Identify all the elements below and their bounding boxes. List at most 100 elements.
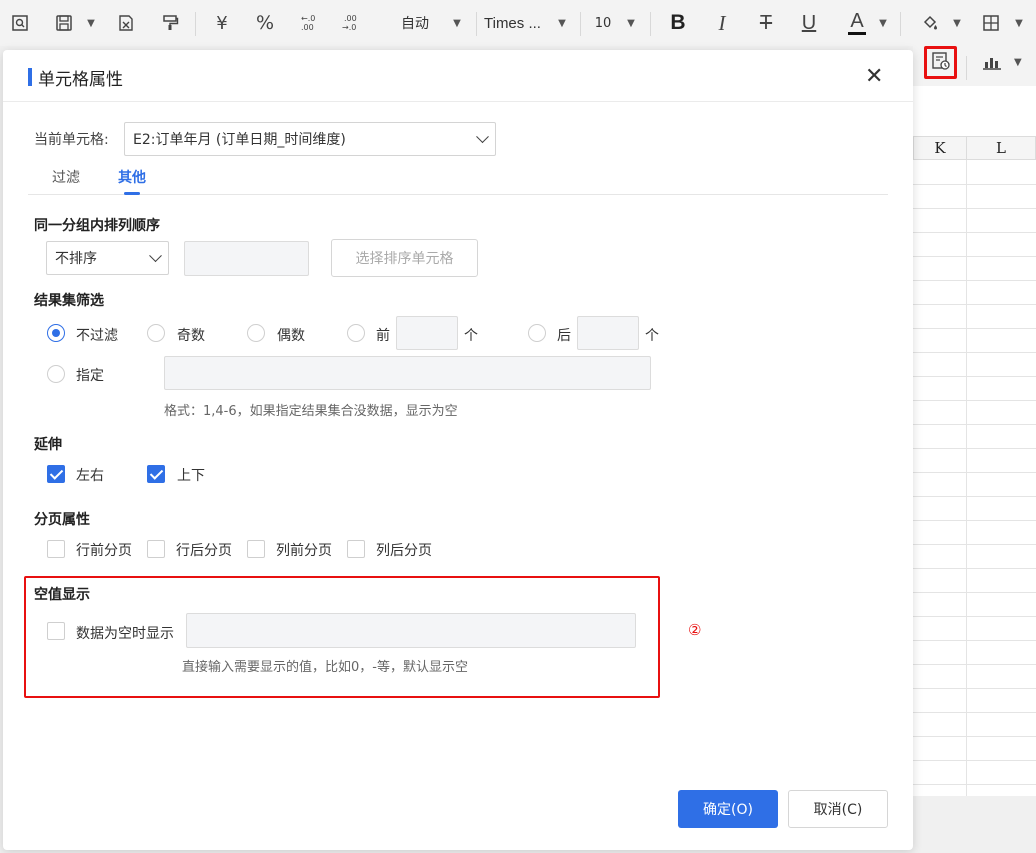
current-cell-select[interactable]: E2:订单年月 (订单日期_时间维度) <box>124 122 496 156</box>
preview-icon[interactable] <box>8 0 32 46</box>
dialog-header: 单元格属性 ✕ <box>3 50 913 102</box>
grid-line <box>913 424 1036 425</box>
svg-text:.00: .00 <box>301 23 314 32</box>
tab-filter[interactable]: 过滤 <box>52 167 80 187</box>
border-chevron-icon[interactable]: ▼ <box>1012 0 1026 46</box>
paging-heading: 分页属性 <box>34 512 90 528</box>
current-cell-label: 当前单元格: <box>34 132 109 148</box>
percent-button[interactable]: % <box>252 0 278 46</box>
choose-sort-cell-button[interactable]: 选择排序单元格 <box>331 239 478 277</box>
italic-button[interactable]: I <box>710 0 734 46</box>
save-icon[interactable] <box>52 0 76 46</box>
font-color-chevron-icon[interactable]: ▼ <box>876 0 890 46</box>
underline-button[interactable]: U <box>797 0 821 46</box>
radio-first-label: 前 <box>376 328 390 344</box>
first-unit-label: 个 <box>464 328 478 344</box>
currency-button[interactable]: ¥ <box>210 0 234 46</box>
dialog-title: 单元格属性 <box>38 70 123 90</box>
row-after-checkbox[interactable] <box>147 540 165 558</box>
grid-line <box>913 496 1036 497</box>
radio-no-filter[interactable] <box>47 324 65 342</box>
radio-even-label: 偶数 <box>277 328 305 344</box>
bold-button[interactable]: B <box>666 0 690 46</box>
fill-color-icon[interactable] <box>918 0 942 46</box>
strikethrough-button[interactable]: T <box>754 0 778 46</box>
empty-display-heading: 空值显示 <box>34 587 90 603</box>
grid-line <box>913 544 1036 545</box>
last-count-input[interactable] <box>577 316 639 350</box>
col-before-checkbox[interactable] <box>247 540 265 558</box>
grid-line <box>913 232 1036 233</box>
grid-line <box>913 400 1036 401</box>
radio-even[interactable] <box>247 324 265 342</box>
toolbar: ▼ ¥ % ←.0.00 .00 →.0 自动 ▼ Times ... ▼ 10 … <box>0 0 1036 46</box>
sort-cell-input[interactable] <box>184 241 309 276</box>
row-after-label: 行后分页 <box>176 543 232 559</box>
font-family-chevron-icon[interactable]: ▼ <box>555 0 569 46</box>
grid-line <box>913 616 1036 617</box>
tab-other[interactable]: 其他 <box>118 167 146 187</box>
col-after-label: 列后分页 <box>376 543 432 559</box>
first-count-input[interactable] <box>396 316 458 350</box>
empty-display-input[interactable] <box>186 613 636 648</box>
cell-properties-icon[interactable] <box>931 51 951 75</box>
close-icon[interactable]: ✕ <box>865 64 883 89</box>
svg-text:←.0: ←.0 <box>301 14 315 23</box>
chart-icon[interactable] <box>982 54 1002 76</box>
grid-line <box>913 784 1036 785</box>
radio-last[interactable] <box>528 324 546 342</box>
row-before-checkbox[interactable] <box>47 540 65 558</box>
font-color-button[interactable]: A <box>845 0 869 46</box>
grid-line <box>913 352 1036 353</box>
clear-format-icon[interactable] <box>114 0 138 46</box>
sort-heading: 同一分组内排列顺序 <box>34 218 160 234</box>
chevron-down-icon <box>476 130 489 144</box>
col-after-checkbox[interactable] <box>347 540 365 558</box>
number-format-chevron-icon[interactable]: ▼ <box>450 0 464 46</box>
border-icon[interactable] <box>978 0 1004 46</box>
grid-line <box>913 280 1036 281</box>
font-size-chevron-icon[interactable]: ▼ <box>624 0 638 46</box>
grid-line <box>913 664 1036 665</box>
font-color-swatch <box>848 32 866 35</box>
annotation-marker-2: ② <box>688 621 702 639</box>
radio-odd[interactable] <box>147 324 165 342</box>
grid-line <box>913 184 1036 185</box>
empty-display-checkbox[interactable] <box>47 622 65 640</box>
svg-text:.00: .00 <box>344 14 357 23</box>
specify-input[interactable] <box>164 356 651 390</box>
svg-text:→.0: →.0 <box>342 23 356 32</box>
column-header-k[interactable]: K <box>913 136 967 160</box>
radio-last-label: 后 <box>557 328 571 344</box>
font-size-select[interactable]: 10 <box>590 0 616 46</box>
save-dropdown-chevron-icon[interactable]: ▼ <box>84 0 98 46</box>
format-painter-icon[interactable] <box>158 0 182 46</box>
sheet-grid[interactable] <box>913 86 1036 796</box>
col-before-label: 列前分页 <box>276 543 332 559</box>
radio-no-filter-label: 不过滤 <box>76 328 118 344</box>
grid-line <box>913 328 1036 329</box>
toolbar-divider <box>476 12 477 36</box>
chart-chevron-icon[interactable]: ▼ <box>1014 57 1022 68</box>
ok-button[interactable]: 确定(O) <box>678 790 778 828</box>
current-cell-value: E2:订单年月 (订单日期_时间维度) <box>133 132 346 148</box>
row-before-label: 行前分页 <box>76 543 132 559</box>
decrease-decimal-icon[interactable]: .00 →.0 <box>338 0 364 46</box>
sort-select-value: 不排序 <box>55 251 97 267</box>
radio-first[interactable] <box>347 324 365 342</box>
extend-vertical-checkbox[interactable] <box>147 465 165 483</box>
chevron-down-icon <box>149 249 162 263</box>
extend-heading: 延伸 <box>34 437 62 453</box>
column-header-l[interactable]: L <box>966 136 1036 160</box>
extend-horizontal-checkbox[interactable] <box>47 465 65 483</box>
sort-select[interactable]: 不排序 <box>46 241 169 275</box>
radio-specify[interactable] <box>47 365 65 383</box>
number-format-select[interactable]: 自动 <box>392 0 438 46</box>
cancel-button[interactable]: 取消(C) <box>788 790 888 828</box>
radio-specify-label: 指定 <box>76 368 104 384</box>
grid-line <box>913 760 1036 761</box>
increase-decimal-icon[interactable]: ←.0.00 <box>296 0 322 46</box>
font-family-select[interactable]: Times ... <box>484 0 548 46</box>
extend-horizontal-label: 左右 <box>76 468 104 484</box>
fill-color-chevron-icon[interactable]: ▼ <box>950 0 964 46</box>
